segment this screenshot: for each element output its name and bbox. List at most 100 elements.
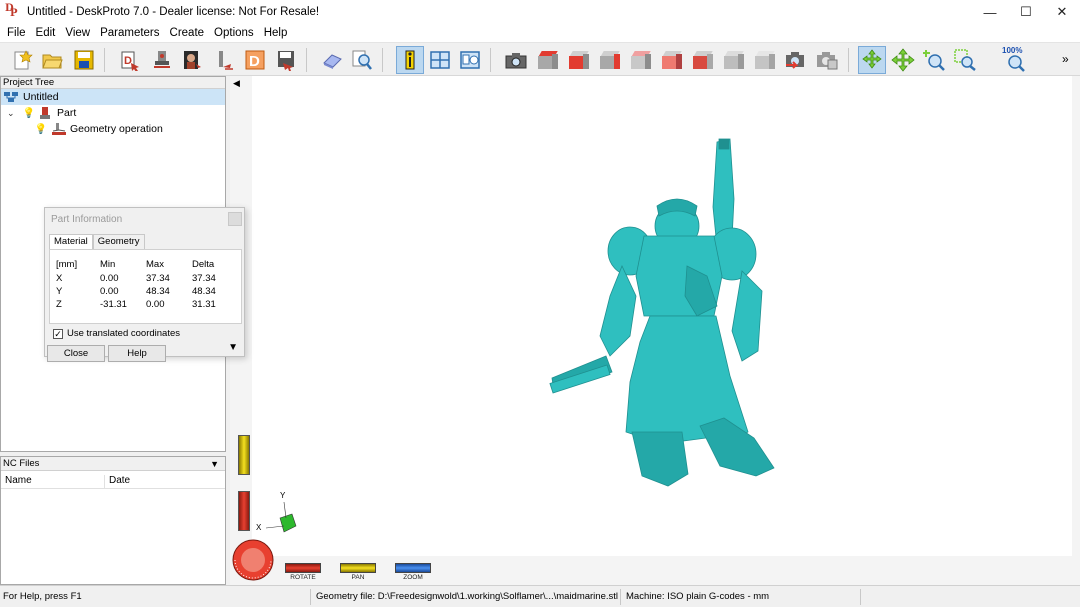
header-delta: Delta (192, 259, 215, 270)
tab-material[interactable]: Material (49, 234, 93, 249)
max-cell: 37.34 (146, 273, 170, 284)
rotate-dial-icon[interactable] (231, 538, 275, 582)
dialog-help-button[interactable]: Help (108, 345, 166, 362)
close-button[interactable]: ✕ (1044, 0, 1080, 24)
axis-gizmo (265, 501, 297, 533)
part-information-icon[interactable] (396, 46, 424, 74)
bitmap-import-icon[interactable] (178, 46, 206, 74)
menu-create[interactable]: Create (165, 27, 210, 39)
operation-icon (52, 123, 66, 135)
view-right-icon[interactable] (596, 46, 624, 74)
open-folder-icon[interactable] (38, 46, 66, 74)
save-icon[interactable] (70, 46, 98, 74)
tree-item-untitled[interactable]: Untitled (1, 89, 225, 105)
max-cell: 48.34 (146, 286, 170, 297)
menu-view[interactable]: View (60, 27, 95, 39)
pan-control[interactable] (340, 563, 376, 573)
tree-item-label: Untitled (23, 91, 59, 103)
pan-label: PAN (351, 574, 365, 581)
view-iso-alt-icon[interactable] (751, 46, 779, 74)
zoom-in-icon[interactable] (920, 46, 948, 74)
zoom-100-button[interactable]: 100% (998, 46, 1030, 74)
header-unit: [mm] (56, 259, 78, 270)
translated-coordinates-checkbox[interactable]: ✓ Use translated coordinates (53, 328, 180, 339)
dialog-close-button[interactable] (228, 212, 242, 226)
table-row: X 0.00 37.34 37.34 (56, 273, 236, 285)
rotate-view-icon[interactable] (858, 46, 886, 74)
tree-item-part[interactable]: ⌄ 💡 Part (1, 105, 225, 121)
menu-edit[interactable]: Edit (31, 27, 61, 39)
tab-geometry[interactable]: Geometry (92, 234, 145, 249)
view-top-icon[interactable] (534, 46, 562, 74)
lightbulb-icon[interactable]: 💡 (23, 107, 35, 119)
status-help: For Help, press F1 (3, 591, 82, 602)
preview-window-icon[interactable] (456, 46, 484, 74)
previous-view-icon[interactable] (782, 46, 810, 74)
svg-text:D: D (124, 55, 132, 67)
render-settings-icon[interactable] (813, 46, 841, 74)
collapse-panel-icon[interactable]: ◀ (233, 78, 240, 89)
lightbulb-icon[interactable]: 💡 (35, 123, 47, 135)
column-name[interactable]: Name (1, 475, 105, 488)
rotate-slider-vertical[interactable] (238, 491, 250, 531)
status-geometry-file: Geometry file: D:\Freedesignwold\1.worki… (316, 591, 619, 602)
chevron-down-icon[interactable]: ⌄ (7, 108, 17, 119)
window-title: Untitled - DeskProto 7.0 - Dealer licens… (27, 6, 320, 18)
zoom-100-icon (1008, 55, 1025, 72)
rotate-control[interactable] (285, 563, 321, 573)
view-front-icon[interactable] (565, 46, 593, 74)
find-icon[interactable] (348, 46, 376, 74)
view-left-icon[interactable] (689, 46, 717, 74)
view-iso-icon[interactable] (720, 46, 748, 74)
checkbox-checked-icon[interactable]: ✓ (53, 328, 63, 339)
checkbox-label: Use translated coordinates (67, 328, 181, 339)
column-date[interactable]: Date (105, 475, 225, 488)
tool-parameters-icon[interactable] (210, 46, 238, 74)
dialog-close-text-button[interactable]: Close (47, 345, 105, 362)
camera-icon[interactable] (502, 46, 530, 74)
nc-files-pane: NC Files ▼ Name Date (0, 456, 226, 585)
axis-cube (279, 513, 297, 533)
menu-file[interactable]: File (2, 27, 31, 39)
layout-view-icon[interactable] (426, 46, 454, 74)
maximize-button[interactable]: ☐ (1008, 0, 1044, 24)
menu-bar: File Edit View Parameters Create Options… (0, 24, 1080, 42)
zoom-control[interactable] (395, 563, 431, 573)
axis-y-label: Y (280, 491, 286, 500)
status-machine: Machine: ISO plain G-codes - mm (626, 591, 770, 602)
save-toolpath-icon[interactable] (272, 46, 300, 74)
view-bottom-icon[interactable] (627, 46, 655, 74)
nc-files-header: NC Files ▼ (1, 457, 225, 471)
menu-parameters[interactable]: Parameters (95, 27, 164, 39)
create-operation-icon[interactable]: D (241, 46, 269, 74)
marine-model (549, 138, 775, 487)
dialog-expand-icon[interactable]: ▼ (228, 342, 238, 353)
toolbar-overflow-button[interactable]: » (1062, 52, 1069, 66)
part-parameters-icon[interactable] (148, 46, 176, 74)
view-back-icon[interactable] (658, 46, 686, 74)
3d-viewport[interactable]: Y X (252, 76, 1072, 556)
menu-help[interactable]: Help (259, 27, 293, 39)
delta-cell: 37.34 (192, 273, 216, 284)
delta-cell: 48.34 (192, 286, 216, 297)
import-geometry-icon[interactable]: D (116, 46, 144, 74)
min-cell: -31.31 (100, 299, 127, 310)
new-project-icon[interactable] (8, 46, 36, 74)
header-max: Max (146, 259, 164, 270)
minimize-button[interactable]: — (972, 0, 1008, 24)
project-icon (4, 92, 18, 102)
menu-options[interactable]: Options (209, 27, 259, 39)
axis-cell: X (56, 273, 63, 284)
tree-item-label: Geometry operation (70, 123, 163, 135)
project-tree-title: Project Tree (1, 77, 225, 89)
eraser-icon[interactable] (318, 46, 346, 74)
table-header: [mm] Min Max Delta (56, 259, 236, 271)
zoom-window-icon[interactable] (951, 46, 979, 74)
pan-view-icon[interactable] (889, 46, 917, 74)
max-cell: 0.00 (146, 299, 165, 310)
pan-slider-vertical[interactable] (238, 435, 250, 475)
dropdown-arrow-icon[interactable]: ▼ (210, 457, 219, 471)
dimensions-table: [mm] Min Max Delta X 0.00 37.34 37.34 Y … (49, 249, 242, 324)
part-icon (40, 107, 50, 119)
tree-item-geometry-operation[interactable]: 💡 Geometry operation (1, 121, 225, 137)
